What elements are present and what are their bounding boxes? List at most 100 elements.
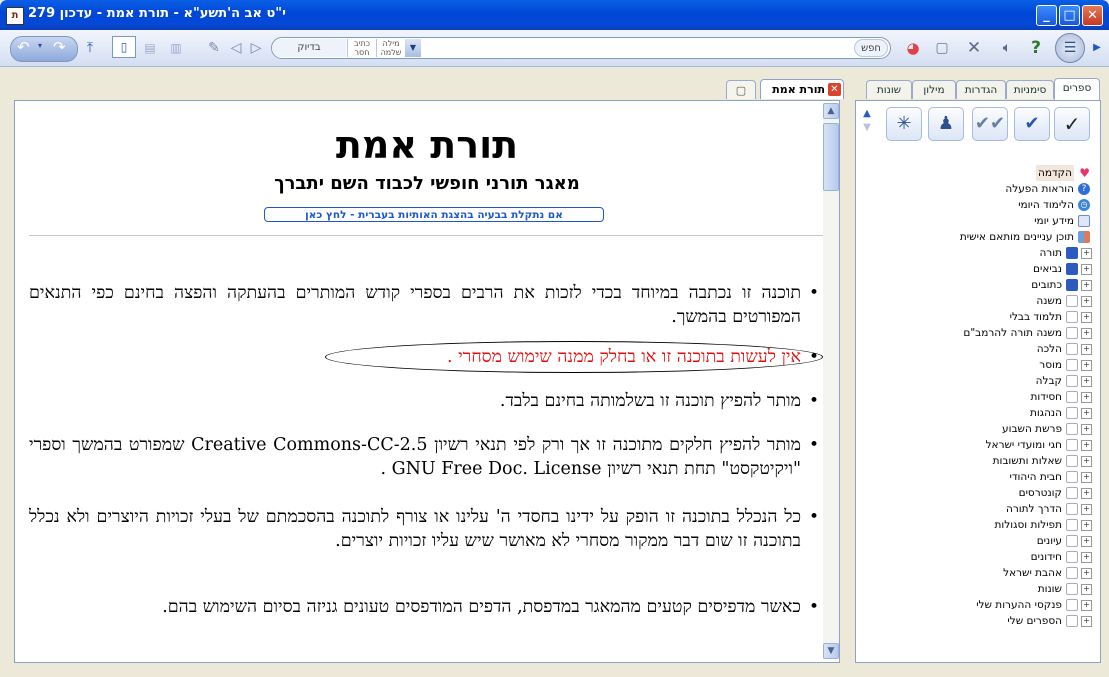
tree-item-daily-study[interactable]: ◷ הלימוד היומי [872,197,1092,213]
tab-misc[interactable]: שונות [866,80,912,99]
expand-icon[interactable]: + [1081,312,1092,323]
tree-item[interactable]: + הדרך לתורה [872,501,1092,517]
expand-icon[interactable]: + [1081,280,1092,291]
expand-icon[interactable]: + [1081,264,1092,275]
expand-icon[interactable]: + [1081,424,1092,435]
tree-item[interactable]: + שאלות ותשובות [872,453,1092,469]
go-top-icon[interactable]: ⤒ [80,36,100,60]
check-icon[interactable]: ✔ [1014,107,1050,141]
document-viewer[interactable]: תורת אמת מאגר תורני חופשי לכבוד השם יתבר… [14,100,840,663]
tree-item[interactable]: + פנקסי ההערות שלי [872,597,1092,613]
exact-mode-toggle[interactable]: בדיוק [272,39,346,57]
speaker-icon[interactable]: 🔈︎ [994,36,1020,60]
arrow-up-icon[interactable]: ▲ [860,107,874,121]
person-icon[interactable]: ♟ [928,107,964,141]
single-pane-icon[interactable]: ▯ [112,36,136,58]
next-icon[interactable]: ▷ [248,36,264,60]
tree-item[interactable]: + הנהגות [872,405,1092,421]
expand-icon[interactable]: + [1081,360,1092,371]
expand-icon[interactable]: + [1081,488,1092,499]
whole-word-toggle[interactable]: מילה שלמה [376,39,405,57]
minimize-button[interactable]: _ [1036,5,1057,26]
tab-settings[interactable]: הגדרות [956,80,1006,99]
expand-icon[interactable]: + [1081,456,1092,467]
new-tab-button[interactable]: ▢ [726,80,756,99]
tree-item-custom-toc[interactable]: תוכן עניינים מותאם אישית [872,229,1092,245]
tree-item[interactable]: + קונטרסים [872,485,1092,501]
expand-icon[interactable]: + [1081,600,1092,611]
expand-icon[interactable]: + [1081,328,1092,339]
new-page-icon[interactable]: ▢ [932,36,952,60]
tree-icon[interactable]: ✳ [886,107,922,141]
expand-icon[interactable]: + [1081,248,1092,259]
tree-item[interactable]: + מוסר [872,357,1092,373]
tree-item[interactable]: + משנה תורה להרמב"ם [872,325,1092,341]
search-input[interactable] [424,39,854,59]
tab-bookmarks[interactable]: סימניות [1006,80,1054,99]
expand-icon[interactable]: + [1081,472,1092,483]
tree-item-intro[interactable]: ♥ הקדמה [872,165,1092,181]
arrow-down-icon[interactable]: ▼ [860,121,874,135]
search-history-dropdown[interactable]: ▼ [405,39,421,57]
undo-icon[interactable]: ↶ [17,38,30,56]
vertical-scrollbar[interactable]: ▲ ▼ [823,103,839,659]
expand-icon[interactable]: + [1081,616,1092,627]
expand-icon[interactable]: + [1081,392,1092,403]
scroll-thumb[interactable] [823,123,839,191]
expand-icon[interactable]: + [1081,584,1092,595]
expand-icon[interactable]: + [1081,520,1092,531]
tree-item[interactable]: + חסידות [872,389,1092,405]
tree-item-daily-info[interactable]: מידע יומי [872,213,1092,229]
tree-item[interactable]: + חידונים [872,549,1092,565]
scroll-up-icon[interactable]: ▲ [823,103,839,119]
split-vertical-icon[interactable]: ▥ [166,36,186,60]
tree-item[interactable]: + הלכה [872,341,1092,357]
tree-item[interactable]: + שונות [872,581,1092,597]
split-horizontal-icon[interactable]: ▤ [140,36,160,60]
palette-icon[interactable]: ◕ [903,36,923,60]
tree-item[interactable]: + משנה [872,293,1092,309]
search-button[interactable]: חפש [854,39,888,57]
tree-item[interactable]: + תורה [872,245,1092,261]
tree-item[interactable]: + חגי ומועדי ישראל [872,437,1092,453]
redo-icon[interactable]: ↷ [53,38,66,56]
expand-icon[interactable]: + [1081,568,1092,579]
tree-item[interactable]: + הספרים שלי [872,613,1092,629]
tab-dictionary[interactable]: מילון [912,80,956,99]
expand-icon[interactable]: + [1081,408,1092,419]
expand-icon[interactable]: + [1081,296,1092,307]
tree-item[interactable]: + כתובים [872,277,1092,293]
tree-item[interactable]: + נביאים [872,261,1092,277]
expand-icon[interactable]: + [1081,552,1092,563]
chevron-down-icon[interactable]: ▾ [38,41,42,50]
tree-item[interactable]: + קבלה [872,373,1092,389]
marker-icon[interactable]: ✎ [204,36,224,60]
checkmark-icon[interactable]: ✓ [1054,107,1090,141]
sort-arrows[interactable]: ▲ ▼ [860,107,874,141]
tools-icon[interactable]: ✕ [964,36,984,60]
encoding-help-link[interactable]: אם נתקלת בבעיה בהצגת האותיות בעברית - לח… [264,207,604,222]
title-bar[interactable]: ת י"ט אב ה'תשע"א - תורת אמת - עדכון 279 … [0,0,1109,30]
expand-icon[interactable]: + [1081,440,1092,451]
book-icon[interactable]: ת [6,7,24,25]
prev-icon[interactable]: ◁ [228,36,244,60]
close-button[interactable]: ✕ [1082,5,1103,26]
scroll-down-icon[interactable]: ▼ [823,643,839,659]
tree-item-instructions[interactable]: ? הוראות הפעלה [872,181,1092,197]
tree-item[interactable]: + תלמוד בבלי [872,309,1092,325]
tree-item[interactable]: + פרשת השבוע [872,421,1092,437]
double-check-icon[interactable]: ✔︎✔︎ [972,107,1008,141]
tree-item[interactable]: + חבית היהודי [872,469,1092,485]
maximize-button[interactable]: □ [1059,5,1080,26]
close-tab-icon[interactable]: ✕ [828,83,841,96]
tree-item[interactable]: + עיונים [872,533,1092,549]
help-icon[interactable]: ? [1026,36,1046,60]
expand-icon[interactable]: + [1081,344,1092,355]
expand-icon[interactable]: + [1081,504,1092,515]
defective-spelling-toggle[interactable]: כתיב חסר [347,39,376,57]
tree-item[interactable]: + תפילות וסגולות [872,517,1092,533]
expand-icon[interactable]: + [1081,536,1092,547]
expand-arrow-icon[interactable]: ▶ [1090,36,1104,60]
tree-item[interactable]: + אהבת ישראל [872,565,1092,581]
expand-icon[interactable]: + [1081,376,1092,387]
